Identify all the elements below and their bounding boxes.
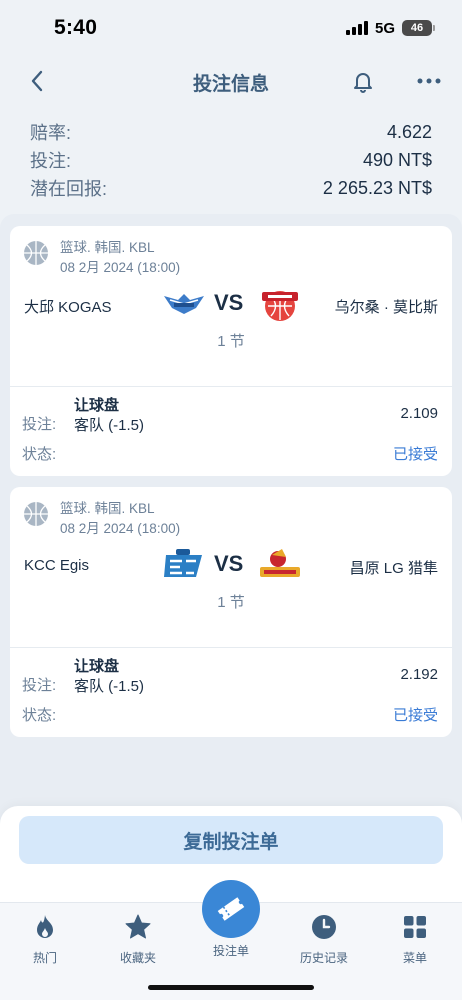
match-period: 1 节 <box>217 333 245 350</box>
tab-favorites[interactable]: 收藏夹 <box>103 913 173 966</box>
market-name: 让球盘 <box>74 397 120 414</box>
match-date: 08 2月 2024 (18:00) <box>60 260 181 275</box>
status-icons: 5G 46 <box>345 19 435 37</box>
vs-label: VS <box>214 290 244 315</box>
network-type: 5G <box>374 19 395 37</box>
bet-label: 投注: <box>22 677 57 694</box>
home-team: KCC Egis <box>24 557 90 574</box>
battery-icon: 46 <box>402 20 435 36</box>
away-team: 昌原 LG 猎隼 <box>349 560 438 577</box>
status-time: 5:40 <box>54 16 98 39</box>
tab-label: 投注单 <box>212 944 249 958</box>
bet-summary: 赔率: 4.622 投注: 490 NT$ 潜在回报: 2 265.23 NT$ <box>30 118 432 202</box>
more-icon <box>417 78 441 84</box>
stake-row: 投注: 490 NT$ <box>30 146 432 174</box>
signal-icon <box>345 21 368 35</box>
ticket-icon <box>217 897 245 921</box>
status-label: 状态: <box>22 707 57 724</box>
league-name: 篮球. 韩国. KBL <box>60 501 155 516</box>
status-bar: 5:40 5G 46 <box>0 0 462 56</box>
bet-card[interactable]: 篮球. 韩国. KBL 08 2月 2024 (18:00) 大邱 KOGAS … <box>10 226 452 476</box>
bet-selection: 客队 (-1.5) <box>74 417 145 434</box>
odds-row: 赔率: 4.622 <box>30 118 432 146</box>
divider <box>10 386 452 387</box>
return-label: 潜在回报: <box>30 179 108 199</box>
stake-value: 490 NT$ <box>362 149 432 170</box>
tab-label: 热门 <box>32 951 57 965</box>
home-team: 大邱 KOGAS <box>24 299 112 316</box>
egis-logo-icon <box>164 549 202 577</box>
status-label: 状态: <box>22 446 57 463</box>
basketball-icon <box>24 502 48 526</box>
tab-betslip[interactable] <box>202 880 260 938</box>
kogas-logo-icon <box>164 294 204 314</box>
battery-level: 46 <box>410 22 424 34</box>
status-badge: 已接受 <box>392 707 438 724</box>
tab-history[interactable]: 历史记录 <box>289 913 359 966</box>
tab-hot[interactable]: 热门 <box>10 913 80 966</box>
bet-odds: 2.192 <box>400 666 438 683</box>
home-indicator <box>148 985 314 990</box>
nav-bar: 投注信息 <box>0 58 462 104</box>
flame-icon <box>37 915 53 938</box>
return-row: 潜在回报: 2 265.23 NT$ <box>30 174 432 202</box>
tab-label: 历史记录 <box>299 951 348 965</box>
notifications-button[interactable] <box>348 66 378 96</box>
basketball-icon <box>24 241 48 265</box>
tab-label: 收藏夹 <box>119 951 156 965</box>
grid-icon <box>404 916 426 938</box>
return-value: 2 265.23 NT$ <box>322 177 432 198</box>
vs-label: VS <box>214 551 244 576</box>
more-button[interactable] <box>412 66 446 96</box>
status-badge: 已接受 <box>392 446 438 463</box>
stake-label: 投注: <box>30 151 72 171</box>
divider <box>10 647 452 648</box>
match-period: 1 节 <box>217 594 245 611</box>
market-name: 让球盘 <box>74 658 120 675</box>
page-title: 投注信息 <box>192 74 269 95</box>
bet-card[interactable]: 篮球. 韩国. KBL 08 2月 2024 (18:00) KCC Egis … <box>10 487 452 737</box>
league-name: 篮球. 韩国. KBL <box>60 240 155 255</box>
bell-icon <box>354 73 372 93</box>
bet-selection: 客队 (-1.5) <box>74 678 145 695</box>
bet-odds: 2.109 <box>400 405 438 422</box>
copy-betslip-button[interactable]: 复制投注单 <box>19 816 443 864</box>
star-icon <box>125 914 151 939</box>
tab-label: 菜单 <box>402 951 427 965</box>
tab-menu[interactable]: 菜单 <box>380 913 450 966</box>
match-date: 08 2月 2024 (18:00) <box>60 521 181 536</box>
clock-icon <box>312 915 336 939</box>
odds-value: 4.622 <box>386 121 432 142</box>
odds-label: 赔率: <box>30 123 72 143</box>
away-team: 乌尔桑 · 莫比斯 <box>334 299 438 316</box>
bet-label: 投注: <box>22 416 57 433</box>
phoebus-logo-icon <box>262 291 298 321</box>
sakers-logo-icon <box>260 549 300 577</box>
